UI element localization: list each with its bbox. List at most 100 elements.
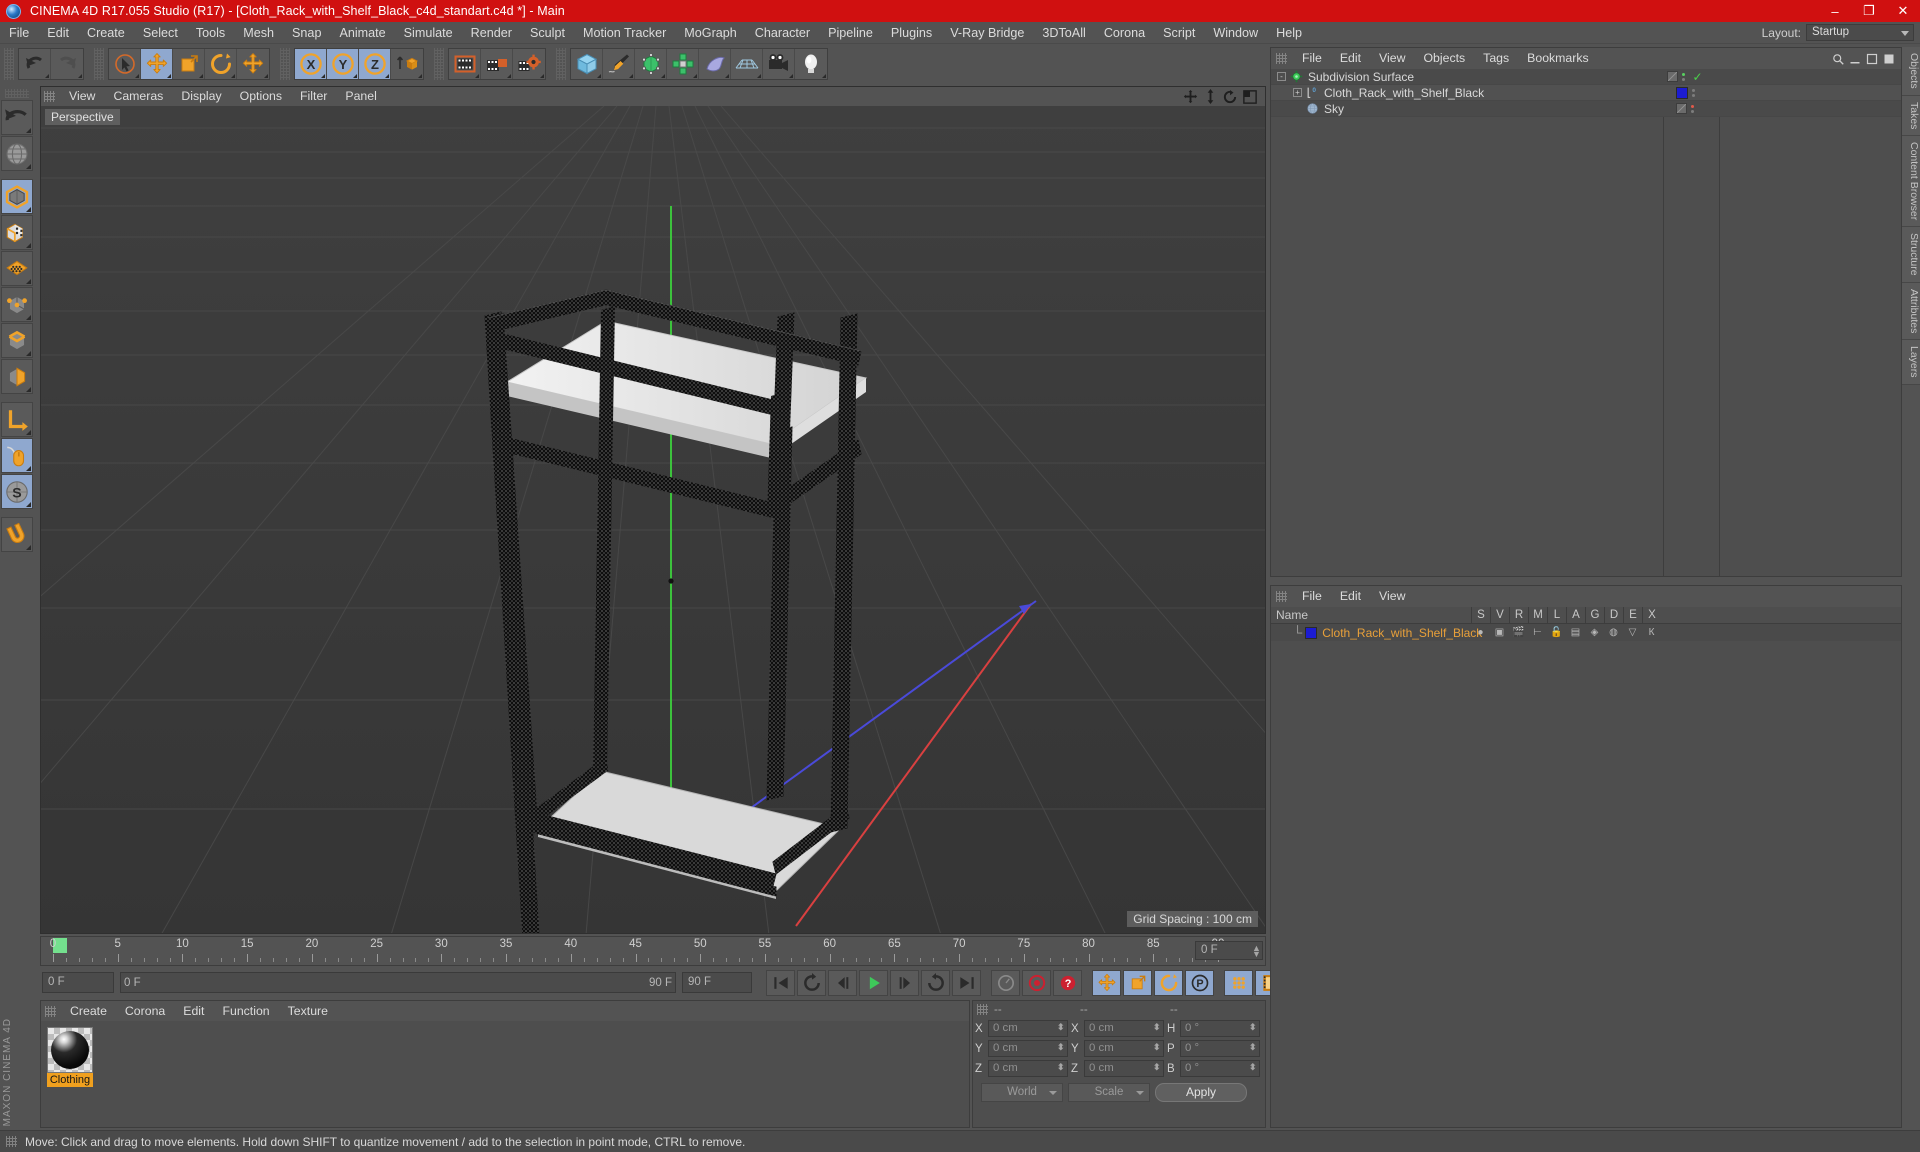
viewport-menu-options[interactable]: Options xyxy=(231,87,291,106)
model-mode-button[interactable] xyxy=(1,179,33,214)
toolbar-grip[interactable] xyxy=(4,48,14,80)
menu-item-mograph[interactable]: MoGraph xyxy=(675,22,746,44)
spinner-icon[interactable]: ⬍ xyxy=(1057,1043,1065,1057)
object-manager-grip[interactable] xyxy=(1276,53,1287,64)
menu-item-script[interactable]: Script xyxy=(1154,22,1204,44)
rotate-view-icon[interactable] xyxy=(1223,89,1237,104)
menu-item-tools[interactable]: Tools xyxy=(187,22,234,44)
minimize-button[interactable]: – xyxy=(1818,0,1852,22)
material-menu-edit[interactable]: Edit xyxy=(174,1001,213,1021)
play-button[interactable] xyxy=(859,970,888,996)
minimize-panel-icon[interactable] xyxy=(1849,53,1861,65)
object-menu-view[interactable]: View xyxy=(1370,48,1414,69)
timeline-frame-spinner[interactable]: ▲ ▼ xyxy=(1252,944,1261,959)
menu-item-3dtoall[interactable]: 3DToAll xyxy=(1033,22,1094,44)
playback-preview-end-field[interactable]: 90 F xyxy=(682,972,752,993)
layout-dropdown[interactable]: Startup xyxy=(1806,24,1914,41)
menu-item-edit[interactable]: Edit xyxy=(38,22,78,44)
menu-item-snap[interactable]: Snap xyxy=(283,22,330,44)
search-icon[interactable] xyxy=(1832,53,1844,65)
right-tab-structure[interactable]: Structure xyxy=(1902,227,1920,283)
go-to-end-button[interactable] xyxy=(952,970,981,996)
maximize-button[interactable]: ❐ xyxy=(1852,0,1886,22)
workplane-button[interactable]: S xyxy=(1,474,33,509)
object-menu-tags[interactable]: Tags xyxy=(1474,48,1518,69)
coordinate-space-dropdown[interactable]: World xyxy=(981,1083,1063,1102)
x-axis-lock[interactable]: X xyxy=(295,49,327,79)
layer-manager-grip[interactable] xyxy=(1276,591,1287,602)
object-color-swatch[interactable] xyxy=(1675,86,1688,99)
light-button[interactable] xyxy=(795,49,827,79)
coord-size-field[interactable]: 0 cm ⬍ xyxy=(1084,1060,1164,1077)
undo-view-button[interactable] xyxy=(1,100,33,135)
layer-menu-edit[interactable]: Edit xyxy=(1331,586,1370,607)
spinner-icon[interactable]: ⬍ xyxy=(1153,1043,1161,1057)
right-tab-takes[interactable]: Takes xyxy=(1902,95,1920,137)
material-chip[interactable]: Clothing xyxy=(47,1027,93,1087)
layer-rows[interactable]: └ Cloth_Rack_with_Shelf_Black ● ▣ 🎬 ⊢ 🔓 ▤ ◈ ◍ ▽ К xyxy=(1271,624,1901,641)
apply-button[interactable]: Apply xyxy=(1155,1083,1247,1102)
polygon-mode-button[interactable] xyxy=(1,251,33,286)
layer-flag-E[interactable]: ▽ xyxy=(1623,627,1642,638)
edge-mode-button[interactable] xyxy=(1,323,33,358)
coord-size-field[interactable]: 0 cm ⬍ xyxy=(1084,1040,1164,1057)
tree-expander[interactable]: + xyxy=(1293,88,1302,97)
viewport-menu-view[interactable]: View xyxy=(60,87,104,106)
viewport-menu-display[interactable]: Display xyxy=(172,87,230,106)
object-menu-objects[interactable]: Objects xyxy=(1414,48,1474,69)
toolbar-grip-1[interactable] xyxy=(280,48,290,80)
undo-button[interactable] xyxy=(19,49,51,79)
layer-flag-L[interactable]: 🔓 xyxy=(1547,627,1566,638)
step-forward-button[interactable] xyxy=(890,970,919,996)
menu-item-select[interactable]: Select xyxy=(134,22,187,44)
coord-rot-field[interactable]: 0 ° ⬍ xyxy=(1180,1020,1260,1037)
right-tab-objects[interactable]: Objects xyxy=(1902,47,1920,96)
toolbar-grip-2[interactable] xyxy=(434,48,444,80)
layer-column-V[interactable]: V xyxy=(1490,607,1509,624)
redo-button[interactable] xyxy=(51,49,83,79)
layer-column-E[interactable]: E xyxy=(1623,607,1642,624)
y-axis-lock[interactable]: Y xyxy=(327,49,359,79)
scene-render[interactable]: Y X Z xyxy=(41,106,1265,933)
menu-item-pipeline[interactable]: Pipeline xyxy=(819,22,882,44)
autokey-toggle-button[interactable] xyxy=(991,970,1020,996)
world-object-coordinates[interactable] xyxy=(391,49,423,79)
keyframe-selection-button[interactable]: ? xyxy=(1053,970,1082,996)
menu-item-plugins[interactable]: Plugins xyxy=(882,22,941,44)
layer-flag-A[interactable]: ▤ xyxy=(1566,627,1585,638)
layer-column-G[interactable]: G xyxy=(1585,607,1604,624)
menu-item-motion-tracker[interactable]: Motion Tracker xyxy=(574,22,675,44)
menu-item-create[interactable]: Create xyxy=(78,22,134,44)
viewport-solo-button[interactable] xyxy=(1,438,33,473)
menu-item-file[interactable]: File xyxy=(0,22,38,44)
array-objects-button[interactable] xyxy=(667,49,699,79)
rotate-tool[interactable] xyxy=(205,49,237,79)
timeline-ruler[interactable]: 051015202530354045505560657075808590 xyxy=(50,937,1224,967)
layer-menu-file[interactable]: File xyxy=(1293,586,1331,607)
layer-flag-D[interactable]: ◍ xyxy=(1604,627,1623,638)
step-back-button[interactable] xyxy=(828,970,857,996)
panel-layout-icon[interactable] xyxy=(1883,53,1895,65)
object-menu-file[interactable]: File xyxy=(1293,48,1331,69)
coord-pos-field[interactable]: 0 cm ⬍ xyxy=(988,1060,1068,1077)
layer-column-L[interactable]: L xyxy=(1547,607,1566,624)
material-menu-function[interactable]: Function xyxy=(213,1001,278,1021)
object-visibility-dots[interactable] xyxy=(1691,104,1694,113)
scale-key-button[interactable] xyxy=(1123,970,1152,996)
coord-pos-field[interactable]: 0 cm ⬍ xyxy=(988,1040,1068,1057)
coord-rot-field[interactable]: 0 ° ⬍ xyxy=(1180,1040,1260,1057)
menu-item-window[interactable]: Window xyxy=(1204,22,1267,44)
layer-flag-R[interactable]: 🎬 xyxy=(1509,627,1528,638)
viewport-menu-cameras[interactable]: Cameras xyxy=(104,87,172,106)
move-tool[interactable] xyxy=(141,49,173,79)
position-key-button[interactable] xyxy=(1092,970,1121,996)
move-axis-tool[interactable] xyxy=(237,49,269,79)
spinner-icon[interactable]: ⬍ xyxy=(1153,1023,1161,1037)
coord-rot-field[interactable]: 0 ° ⬍ xyxy=(1180,1060,1260,1077)
coord-size-field[interactable]: 0 cm ⬍ xyxy=(1084,1020,1164,1037)
material-menu-create[interactable]: Create xyxy=(61,1001,116,1021)
object-tree-row[interactable]: - Subdivision Surface ✓ xyxy=(1271,69,1901,85)
render-settings-button[interactable] xyxy=(513,49,545,79)
menu-item-help[interactable]: Help xyxy=(1267,22,1311,44)
layer-flag-M[interactable]: ⊢ xyxy=(1528,627,1547,638)
